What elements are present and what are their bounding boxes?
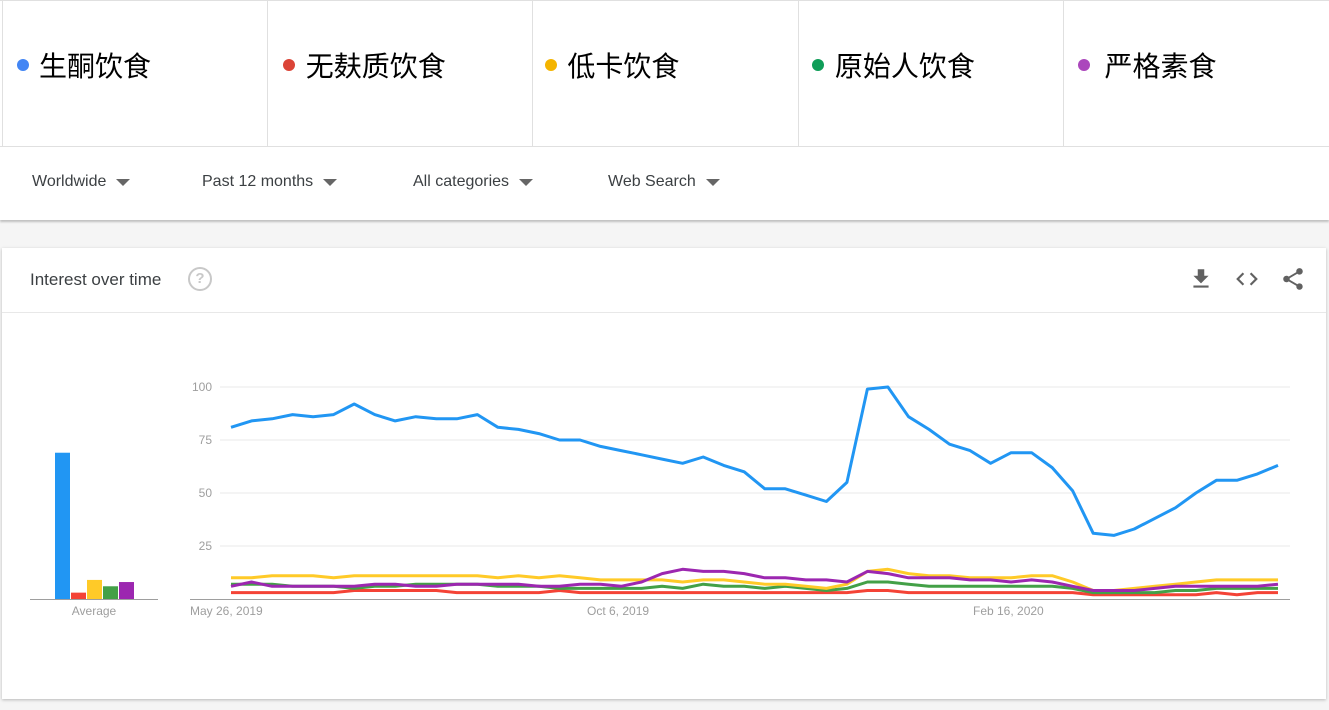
average-bar-1 — [71, 593, 86, 599]
term-card-0[interactable]: 生酮饮食 — [2, 1, 267, 146]
interest-chart: Average 25 50 75 100 May 26, 2019 Oct 6, 2019… — [2, 248, 1326, 699]
term-card-3[interactable]: 原始人饮食 — [798, 1, 1064, 146]
caret-down-icon — [519, 179, 533, 186]
series-color-dot — [812, 59, 824, 71]
category-value: All categories — [413, 173, 509, 191]
series-color-dot — [283, 59, 295, 71]
compare-terms-bar: 生酮饮食 无麸质饮食 低卡饮食 原始人饮食 严格素食 — [0, 0, 1329, 146]
filter-bar: Worldwide Past 12 months All categories … — [0, 146, 1329, 220]
caret-down-icon — [323, 179, 337, 186]
term-card-4[interactable]: 严格素食 — [1063, 1, 1329, 146]
y-tick-label: 50 — [199, 486, 213, 500]
search-type-dropdown[interactable]: Web Search — [608, 173, 720, 191]
average-bar-chart: Average — [30, 453, 158, 618]
average-label: Average — [72, 604, 117, 618]
term-card-1[interactable]: 无麸质饮食 — [267, 1, 533, 146]
series-color-dot — [17, 59, 29, 71]
y-tick-label: 75 — [199, 433, 213, 447]
term-label: 原始人饮食 — [835, 45, 975, 85]
series-color-dot — [545, 59, 557, 71]
caret-down-icon — [116, 179, 130, 186]
series-color-dot — [1078, 59, 1090, 71]
term-card-2[interactable]: 低卡饮食 — [532, 1, 798, 146]
time-range-dropdown[interactable]: Past 12 months — [202, 173, 337, 191]
x-tick-label: Feb 16, 2020 — [973, 604, 1044, 618]
region-value: Worldwide — [32, 173, 106, 191]
caret-down-icon — [706, 179, 720, 186]
x-tick-label: May 26, 2019 — [190, 604, 263, 618]
average-bar-0 — [55, 453, 70, 599]
x-tick-label: Oct 6, 2019 — [587, 604, 649, 618]
y-tick-label: 25 — [199, 539, 213, 553]
interest-over-time-card: Interest over time ? Average 255075100Ma… — [2, 248, 1326, 699]
line-chart: 25 50 75 100 May 26, 2019 Oct 6, 2019 Feb 16, … — [190, 380, 1290, 618]
search-type-value: Web Search — [608, 173, 696, 191]
average-bar-2 — [87, 580, 102, 599]
y-tick-label: 100 — [192, 380, 212, 394]
term-label: 低卡饮食 — [567, 45, 679, 85]
term-label: 无麸质饮食 — [306, 45, 446, 85]
region-dropdown[interactable]: Worldwide — [32, 173, 130, 191]
average-bar-3 — [103, 586, 118, 599]
term-label: 生酮饮食 — [39, 45, 151, 85]
series-line-0 — [231, 387, 1278, 535]
category-dropdown[interactable]: All categories — [413, 173, 533, 191]
term-label: 严格素食 — [1104, 45, 1216, 85]
average-bar-4 — [119, 582, 134, 599]
time-range-value: Past 12 months — [202, 173, 313, 191]
